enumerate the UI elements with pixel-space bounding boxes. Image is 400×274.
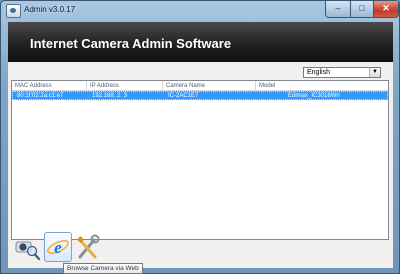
search-camera-button[interactable] xyxy=(13,232,41,262)
column-header-camera-name[interactable]: Camera Name xyxy=(163,81,256,91)
cell-mac: 80:1f:02:2a:c1:e7 xyxy=(17,93,64,99)
maximize-button[interactable]: □ xyxy=(350,1,374,18)
cell-model: Edimax_IC3016Wn xyxy=(288,93,340,99)
app-icon xyxy=(6,4,21,18)
banner-title: Internet Camera Admin Software xyxy=(30,36,232,51)
close-button[interactable]: ✕ xyxy=(373,1,399,18)
cell-ip: 192.168. 2. 3 xyxy=(92,93,128,99)
browser-icon: e xyxy=(47,238,69,257)
column-header-model[interactable]: Model xyxy=(256,81,388,91)
svg-text:e: e xyxy=(54,238,62,257)
camera-list[interactable]: MAC Address IP Address Camera Name Model… xyxy=(11,80,389,240)
search-camera-icon xyxy=(15,241,41,261)
header-banner: Internet Camera Admin Software xyxy=(8,22,393,62)
tools-icon xyxy=(76,234,100,259)
language-selected: English xyxy=(307,69,330,76)
browse-web-button[interactable]: e xyxy=(44,232,72,262)
table-row[interactable]: 80:1f:02:2a:c1:e7 192.168. 2. 3 IC-2AC1E… xyxy=(12,91,388,100)
chevron-down-icon[interactable]: ▼ xyxy=(369,68,380,77)
column-header-mac[interactable]: MAC Address xyxy=(12,81,87,91)
column-header-ip[interactable]: IP Address xyxy=(87,81,163,91)
app-window: Admin v3.0.17 – □ ✕ Internet Camera Admi… xyxy=(0,0,400,274)
window-title: Admin v3.0.17 xyxy=(24,5,76,14)
tools-button[interactable] xyxy=(74,232,102,262)
minimize-button[interactable]: – xyxy=(325,1,351,18)
title-bar[interactable]: Admin v3.0.17 – □ ✕ xyxy=(1,1,399,21)
tooltip: Browse Camera via Web xyxy=(63,263,143,274)
cell-camera-name: IC-2AC1E7 xyxy=(168,93,199,99)
language-select[interactable]: English ▼ xyxy=(303,67,381,78)
